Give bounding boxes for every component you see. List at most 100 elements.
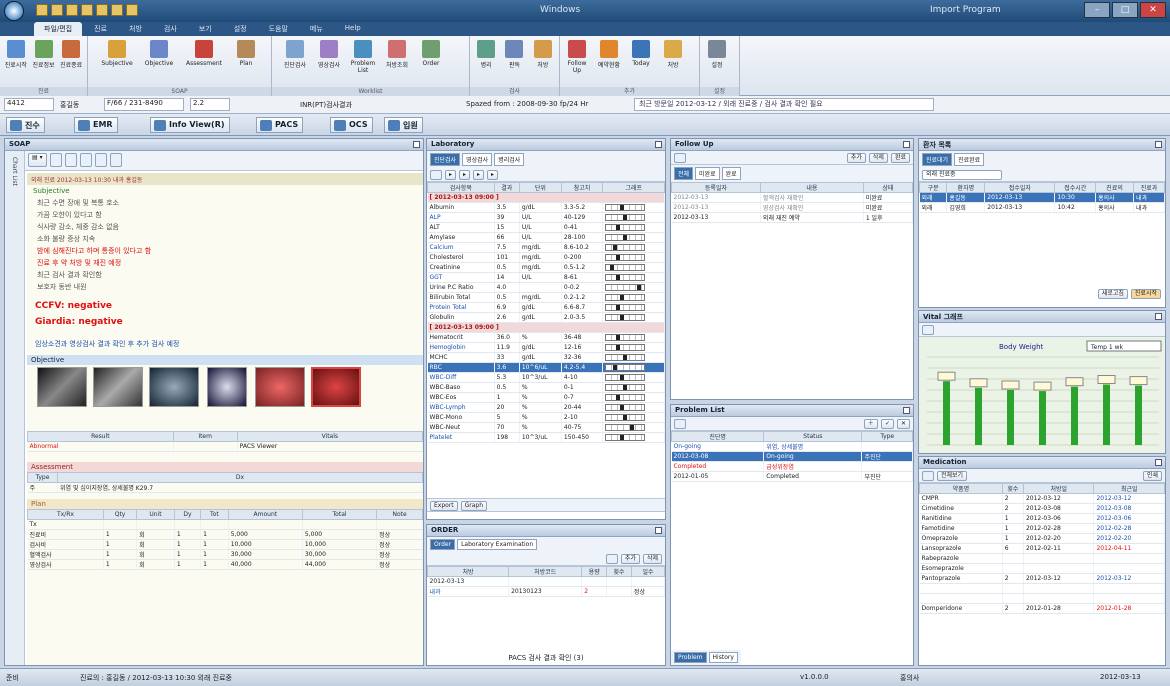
menu-item[interactable]: 보기 bbox=[189, 22, 222, 36]
menu-item[interactable]: 설정 bbox=[224, 22, 257, 36]
qa-print-icon[interactable] bbox=[51, 4, 63, 16]
tab-waiting[interactable]: 진료대기 bbox=[922, 153, 953, 166]
order-delete-button[interactable]: 삭제 bbox=[642, 554, 662, 564]
assessment-button[interactable]: Assessment bbox=[186, 40, 222, 67]
table-row[interactable]: Domperidone 2 2012-01-28 2012-01-28 bbox=[919, 603, 1165, 614]
prescription-button[interactable]: 처방 bbox=[531, 40, 555, 69]
pin-icon[interactable] bbox=[903, 407, 910, 414]
start-visit-button[interactable]: 진료시작 bbox=[4, 40, 28, 69]
qa-folder-icon[interactable] bbox=[66, 4, 78, 16]
order-add-button[interactable]: 추가 bbox=[620, 554, 640, 564]
lab-row[interactable]: MCHC 33 g/dL 32-36 bbox=[427, 352, 665, 363]
menu-item[interactable]: 검사 bbox=[154, 22, 187, 36]
pin-icon[interactable] bbox=[413, 141, 420, 148]
patient-id-field[interactable]: 4412 bbox=[4, 98, 54, 111]
refresh-button[interactable]: 새로고침 bbox=[1097, 289, 1128, 299]
image-thumbnail[interactable] bbox=[207, 367, 247, 407]
lab-tool-button[interactable]: ▸ bbox=[487, 170, 499, 180]
tab-imaging[interactable]: 영상검사 bbox=[462, 153, 493, 166]
vital-refresh-icon[interactable] bbox=[922, 325, 934, 335]
qa-help-icon[interactable] bbox=[126, 4, 138, 16]
image-thumbnail[interactable] bbox=[255, 367, 305, 407]
lab-row[interactable]: RBC 3.6 10^6/uL 4.2-5.4 bbox=[427, 362, 665, 373]
tab-lab[interactable]: 진단검사 bbox=[430, 153, 461, 166]
pathology-button[interactable]: 병리 bbox=[474, 40, 498, 69]
print-button[interactable]: 인쇄 bbox=[1142, 471, 1162, 481]
close-button[interactable]: ✕ bbox=[1140, 2, 1166, 18]
tab-pacs[interactable]: PACS bbox=[256, 117, 304, 133]
lab-row[interactable]: Platelet 198 10^3/uL 150-450 bbox=[427, 432, 665, 443]
menu-item[interactable]: 파일/편집 bbox=[34, 22, 83, 36]
problem-list-button[interactable]: Problem List bbox=[350, 40, 376, 74]
chart-list-sidebar[interactable]: Chart List bbox=[5, 151, 25, 665]
rx-button[interactable]: 처방 bbox=[660, 40, 686, 74]
pin-icon[interactable] bbox=[1155, 459, 1162, 466]
menu-item[interactable]: 도움말 bbox=[259, 22, 298, 36]
lab-tool-button[interactable]: ▸ bbox=[473, 170, 485, 180]
table-row[interactable]: Esomeprazole bbox=[919, 563, 1165, 574]
lab-worklist-button[interactable]: 진단검사 bbox=[282, 40, 308, 74]
qa-save-icon[interactable] bbox=[36, 4, 48, 16]
image-thumbnail[interactable] bbox=[37, 367, 87, 407]
problem-refresh-icon[interactable] bbox=[674, 419, 686, 429]
tab-all[interactable]: 전체 bbox=[674, 167, 694, 180]
tab-info-view[interactable]: Info View(R) bbox=[150, 117, 230, 133]
settings-button[interactable]: 설정 bbox=[704, 40, 730, 69]
pin-icon[interactable] bbox=[903, 141, 910, 148]
view-all-button[interactable]: 전체보기 bbox=[937, 471, 968, 481]
lab-row[interactable]: Amylase 66 U/L 28-100 bbox=[427, 232, 665, 243]
tab-problem[interactable]: Problem bbox=[674, 652, 707, 663]
lab-row[interactable]: Albumin 3.5 g/dL 3.3-5.2 bbox=[427, 202, 665, 213]
lab-tool-button[interactable]: ▸ bbox=[445, 170, 457, 180]
pin-icon[interactable] bbox=[655, 527, 662, 534]
lab-row[interactable]: Hematocrit 36.0% 36-48 bbox=[427, 332, 665, 343]
soap-tool-5[interactable] bbox=[109, 153, 122, 167]
qa-undo-icon[interactable] bbox=[81, 4, 93, 16]
lab-row[interactable]: Creatinine 0.5 mg/dL 0.5-1.2 bbox=[427, 262, 665, 273]
lab-refresh-icon[interactable] bbox=[430, 170, 442, 180]
soap-tool-4[interactable] bbox=[94, 153, 107, 167]
lab-row[interactable]: Protein Total 6.9 g/dL 6.6-8.7 bbox=[427, 302, 665, 313]
menu-item[interactable]: 메뉴 bbox=[300, 22, 333, 36]
lab-group-header[interactable]: [ 2012-03-13 09:00 ] bbox=[427, 322, 665, 333]
reading-button[interactable]: 판독 bbox=[502, 40, 526, 69]
lab-row[interactable]: WBC-Diff 5.3 10^3/uL 4-10 bbox=[427, 372, 665, 383]
table-row[interactable]: CMPR 2 2012-03-12 2012-03-12 bbox=[919, 493, 1165, 504]
tab-ocs[interactable]: OCS bbox=[330, 117, 373, 133]
app-menu-button[interactable] bbox=[4, 1, 24, 21]
table-row[interactable]: Rabeprazole bbox=[919, 553, 1165, 564]
follow-up-done-button[interactable]: 완료 bbox=[890, 153, 910, 163]
visit-info-button[interactable]: 진료정보 bbox=[32, 40, 56, 69]
table-row[interactable]: Lansoprazole 6 2012-02-11 2012-04-11 bbox=[919, 543, 1165, 554]
lab-row[interactable]: Calcium 7.5 mg/dL 8.6-10.2 bbox=[427, 242, 665, 253]
order-view-button[interactable]: 처방조회 bbox=[384, 40, 410, 74]
tab-history[interactable]: History bbox=[708, 652, 738, 663]
plan-button[interactable]: Plan bbox=[234, 40, 258, 67]
lab-row[interactable]: Cholesterol 101 mg/dL 0-200 bbox=[427, 252, 665, 263]
tab-complete[interactable]: 완료 bbox=[721, 167, 741, 180]
lab-row[interactable]: Urine P.C Ratio 4.0 0-0.2 bbox=[427, 282, 665, 293]
tab-done[interactable]: 진료완료 bbox=[954, 153, 985, 166]
menu-item[interactable]: 진료 bbox=[84, 22, 117, 36]
problem-edit-button[interactable]: ✓ bbox=[880, 419, 894, 429]
lab-row[interactable]: WBC-Lymph 20% 20-44 bbox=[427, 402, 665, 413]
reservation-button[interactable]: 예약현황 bbox=[596, 40, 622, 74]
follow-up-add-button[interactable]: 추가 bbox=[846, 153, 866, 163]
tab-inpatient[interactable]: 입원 bbox=[384, 117, 423, 133]
table-row[interactable]: Ranitidine 1 2012-03-06 2012-03-06 bbox=[919, 513, 1165, 524]
objective-button[interactable]: Objective bbox=[144, 40, 174, 67]
tab-reception[interactable]: 진수 bbox=[6, 117, 45, 133]
problem-delete-button[interactable]: ✕ bbox=[896, 419, 910, 429]
imaging-worklist-button[interactable]: 영상검사 bbox=[316, 40, 342, 74]
lab-row[interactable]: WBC-Eos 1% 0-7 bbox=[427, 392, 665, 403]
menu-item[interactable]: Help bbox=[335, 22, 371, 36]
lab-row[interactable]: WBC-Baso 0.5% 0-1 bbox=[427, 382, 665, 393]
table-row[interactable] bbox=[919, 593, 1165, 604]
soap-note[interactable]: 외래 진료 2012-03-13 10:30 내과 홍길동 Subjective… bbox=[27, 173, 423, 665]
pin-icon[interactable] bbox=[655, 141, 662, 148]
pin-icon[interactable] bbox=[1155, 313, 1162, 320]
lab-row[interactable]: Hemoglobin 11.9 g/dL 12-16 bbox=[427, 342, 665, 353]
soap-tool-1[interactable] bbox=[49, 153, 62, 167]
start-visit-button[interactable]: 진료시작 bbox=[1130, 289, 1161, 299]
lab-group-header[interactable]: [ 2012-03-13 09:00 ] bbox=[427, 192, 665, 203]
